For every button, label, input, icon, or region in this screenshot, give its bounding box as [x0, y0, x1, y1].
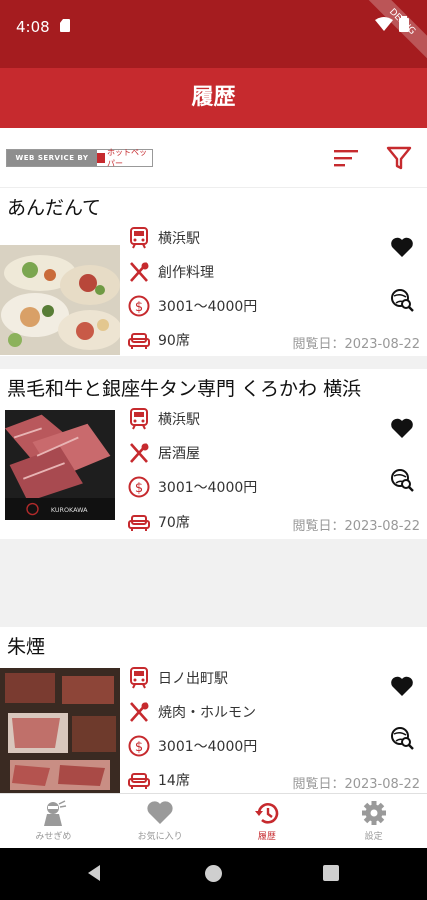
sofa-icon	[128, 333, 150, 349]
map-search-icon[interactable]	[390, 726, 414, 750]
dollar-icon: $	[128, 735, 150, 757]
budget-text: 3001～4000円	[158, 480, 258, 496]
seats-text: 14席	[158, 773, 190, 789]
nav-label: 設定	[364, 832, 383, 842]
dollar-icon: $	[128, 295, 150, 317]
budget-text: 3001～4000円	[158, 299, 258, 315]
genre-text: 創作料理	[158, 265, 214, 281]
svg-text:$: $	[135, 481, 143, 496]
budget-row: $ 3001～4000円	[128, 734, 257, 758]
hotpepper-logo: ホットペッパー	[97, 148, 152, 168]
recents-icon[interactable]	[323, 865, 339, 881]
budget-row: $ 3001～4000円	[128, 294, 257, 318]
nav-label: みせぎめ	[35, 832, 72, 842]
sofa-icon	[128, 773, 150, 789]
cutlery-icon	[130, 262, 149, 282]
back-icon[interactable]	[86, 864, 102, 882]
budget-row: $ 3001～4000円	[128, 475, 257, 499]
station-row: 日ノ出町駅	[128, 666, 228, 690]
gear-icon	[361, 801, 386, 825]
seats-row: 90席	[128, 328, 190, 352]
genre-row: 創作料理	[128, 260, 214, 284]
hotpepper-logo-text: ホットペッパー	[107, 148, 148, 168]
station-text: 横浜駅	[158, 412, 200, 428]
visited-date: 閲覧日：2023-08-22	[292, 337, 420, 352]
heart-icon[interactable]	[390, 675, 414, 697]
app-bar: 履歴	[0, 68, 427, 128]
nav-label: お気に入り	[137, 832, 183, 842]
station-row: 横浜駅	[128, 226, 200, 250]
restaurant-card[interactable]: あんだんて 横浜駅 創作料理 $ 3001～4000円 90席 閲覧日：2023…	[0, 188, 427, 356]
toolbar: WEB SERVICE BY ホットペッパー	[0, 128, 427, 188]
dollar-icon: $	[128, 476, 150, 498]
sofa-icon	[128, 515, 150, 531]
visited-date: 閲覧日：2023-08-22	[292, 519, 420, 534]
hotpepper-credit[interactable]: WEB SERVICE BY ホットペッパー	[6, 148, 153, 168]
genre-row: 焼肉・ホルモン	[128, 700, 256, 724]
ninja-icon	[44, 800, 67, 826]
station-row: 横浜駅	[128, 407, 200, 431]
photo-caption: KUROKAWA	[51, 506, 88, 514]
heart-icon[interactable]	[390, 417, 414, 439]
bottom-navigation: みせぎめ お気に入り 履歴 設定	[0, 793, 427, 848]
nav-item-misegime[interactable]: みせぎめ	[0, 794, 107, 848]
nav-label: 履歴	[257, 832, 276, 842]
restaurant-photo[interactable]	[0, 668, 120, 793]
hotpepper-logo-mark	[97, 153, 106, 163]
svg-text:$: $	[135, 740, 143, 755]
restaurant-photo[interactable]	[0, 245, 120, 355]
train-icon	[130, 408, 148, 430]
credit-text: WEB SERVICE BY	[7, 150, 97, 166]
seats-row: 70席	[128, 510, 190, 534]
genre-text: 焼肉・ホルモン	[158, 705, 256, 721]
restaurant-name: あんだんて	[7, 197, 102, 219]
restaurant-card[interactable]: 朱煙 日ノ出町駅 焼肉・ホルモン $ 3001～4000円 14席 閲覧日：20…	[0, 627, 427, 793]
cutlery-icon	[130, 702, 149, 722]
seats-text: 70席	[158, 515, 190, 531]
map-search-icon[interactable]	[390, 468, 414, 492]
station-text: 横浜駅	[158, 231, 200, 247]
status-time: 4:08	[16, 18, 50, 36]
sort-icon[interactable]	[333, 146, 361, 170]
cutlery-icon	[130, 443, 149, 463]
restaurant-photo[interactable]: KUROKAWA	[0, 410, 120, 520]
station-text: 日ノ出町駅	[158, 671, 228, 687]
seats-text: 90席	[158, 333, 190, 349]
visited-date: 閲覧日：2023-08-22	[292, 777, 420, 792]
restaurant-name: 朱煙	[7, 636, 46, 658]
nav-item-settings[interactable]: 設定	[320, 794, 427, 848]
genre-text: 居酒屋	[158, 446, 200, 462]
train-icon	[130, 227, 148, 249]
genre-row: 居酒屋	[128, 441, 200, 465]
budget-text: 3001～4000円	[158, 739, 258, 755]
sd-card-icon	[60, 19, 70, 32]
page-title: 履歴	[191, 85, 236, 110]
nav-item-favorites[interactable]: お気に入り	[107, 794, 214, 848]
map-search-icon[interactable]	[390, 288, 414, 312]
nav-item-history[interactable]: 履歴	[214, 794, 321, 848]
home-icon[interactable]	[205, 865, 222, 882]
filter-icon[interactable]	[386, 146, 414, 170]
heart-icon[interactable]	[390, 236, 414, 258]
svg-text:$: $	[135, 300, 143, 315]
restaurant-name: 黒毛和牛と銀座牛タン専門 くろかわ 横浜	[7, 378, 362, 400]
debug-ribbon: DEBUG	[357, 0, 427, 67]
seats-row: 14席	[128, 768, 190, 792]
system-navigation-bar	[0, 848, 427, 900]
history-icon	[254, 803, 279, 824]
heart-icon	[147, 801, 173, 824]
train-icon	[130, 667, 148, 689]
restaurant-card[interactable]: 黒毛和牛と銀座牛タン専門 くろかわ 横浜 KUROKAWA 横浜駅 居酒屋 $ …	[0, 369, 427, 539]
status-bar: 4:08 DEBUG	[0, 0, 427, 68]
